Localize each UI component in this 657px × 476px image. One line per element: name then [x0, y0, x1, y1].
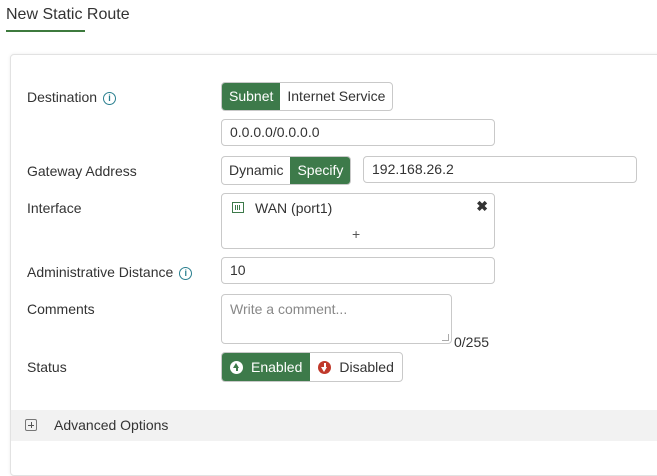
- status-disabled-option[interactable]: Disabled: [310, 353, 401, 381]
- network-port-icon: [232, 202, 244, 213]
- comment-char-counter: 0/255: [454, 334, 490, 350]
- destination-label: Destination i: [27, 89, 117, 105]
- status-toggle: Enabled Disabled: [221, 352, 403, 382]
- admin-distance-input[interactable]: 10: [221, 257, 495, 284]
- plus-square-icon: [25, 419, 37, 431]
- status-enabled-option[interactable]: Enabled: [222, 353, 311, 381]
- gateway-address-label: Gateway Address: [27, 163, 137, 179]
- add-interface-button[interactable]: +: [352, 226, 360, 242]
- close-icon[interactable]: ✖: [476, 198, 488, 215]
- admin-distance-label-text: Administrative Distance: [27, 264, 174, 280]
- advanced-options-label: Advanced Options: [54, 417, 169, 433]
- gateway-specify-option[interactable]: Specify: [290, 157, 351, 184]
- gateway-address-input[interactable]: 192.168.26.2: [363, 156, 637, 183]
- gateway-dynamic-option[interactable]: Dynamic: [222, 157, 290, 184]
- comments-placeholder: Write a comment...: [230, 301, 348, 317]
- resize-grip-icon[interactable]: [442, 334, 449, 341]
- destination-subnet-input[interactable]: 0.0.0.0/0.0.0.0: [221, 119, 495, 146]
- interface-label: Interface: [27, 200, 82, 216]
- status-disabled-label: Disabled: [339, 359, 394, 375]
- destination-subnet-option[interactable]: Subnet: [222, 83, 281, 110]
- gateway-type-toggle: Dynamic Specify: [221, 156, 352, 185]
- destination-label-text: Destination: [27, 89, 98, 105]
- admin-distance-label: Administrative Distance i: [27, 264, 193, 280]
- interface-selector[interactable]: WAN (port1) ✖ +: [221, 193, 495, 249]
- title-underline: [6, 30, 85, 32]
- arrow-up-circle-icon: [230, 360, 243, 374]
- page-title: New Static Route: [6, 6, 130, 23]
- status-enabled-label: Enabled: [251, 359, 303, 375]
- status-label: Status: [27, 359, 67, 375]
- arrow-down-circle-icon: [318, 360, 332, 374]
- destination-type-toggle: Subnet Internet Service: [221, 82, 394, 111]
- advanced-options-toggle[interactable]: Advanced Options: [11, 410, 657, 441]
- interface-selected-item: WAN (port1): [255, 200, 333, 216]
- destination-internet-service-option[interactable]: Internet Service: [280, 83, 392, 110]
- comments-field[interactable]: Write a comment...: [221, 294, 452, 344]
- comments-label: Comments: [27, 301, 95, 317]
- info-icon[interactable]: i: [179, 267, 193, 280]
- info-icon[interactable]: i: [103, 92, 117, 105]
